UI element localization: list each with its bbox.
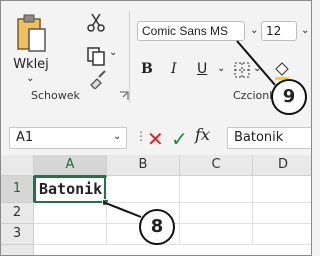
group-divider	[129, 11, 130, 103]
row-header-1[interactable]: 1	[1, 176, 35, 203]
format-painter-icon[interactable]	[87, 69, 109, 89]
fill-color-icon[interactable]	[273, 57, 291, 81]
cell-a2[interactable]	[34, 203, 107, 224]
check-icon[interactable]: ✓	[171, 127, 188, 151]
cell-a1[interactable]: Batonik	[34, 176, 106, 203]
column-header-c[interactable]: C	[180, 155, 253, 176]
clipboard-group-label: Schowek	[31, 89, 80, 102]
borders-icon[interactable]	[233, 61, 251, 79]
italic-button[interactable]: I	[171, 61, 177, 77]
cell-c2[interactable]	[180, 203, 253, 224]
function-icon[interactable]: fx	[195, 125, 210, 144]
ribbon: Wklej ⌄ ⌄ Schowek Comic Sans MS ⌄ 12 ⌄ B…	[1, 1, 311, 113]
cell-d1[interactable]	[253, 176, 311, 203]
chevron-down-icon[interactable]: ⌄	[217, 63, 225, 74]
copy-icon[interactable]	[85, 45, 107, 67]
chevron-down-icon[interactable]: ⌄	[253, 63, 261, 74]
row-header-3[interactable]: 3	[1, 224, 34, 245]
name-box[interactable]: A1	[9, 127, 127, 149]
scissors-icon[interactable]	[85, 11, 107, 33]
bold-button[interactable]: B	[141, 61, 153, 77]
font-name-select[interactable]: Comic Sans MS	[137, 21, 245, 41]
formula-bar: A1 ⌄ ⋮ ✕ ✓ fx Batonik	[1, 119, 311, 153]
underline-button[interactable]: U	[197, 61, 207, 77]
column-header-b[interactable]: B	[107, 155, 180, 176]
formula-input[interactable]: Batonik	[227, 127, 311, 149]
dialog-launcher-icon[interactable]	[119, 91, 129, 101]
cell-c1[interactable]	[180, 176, 253, 203]
callout-9: 9	[271, 79, 307, 115]
cell-c3[interactable]	[180, 224, 253, 245]
cell-d2[interactable]	[253, 203, 311, 224]
chevron-down-icon[interactable]: ⌄	[113, 131, 121, 142]
cell-a3[interactable]	[34, 224, 107, 245]
row-header-2[interactable]: 2	[1, 203, 34, 224]
chevron-down-icon[interactable]: ⌄	[26, 73, 34, 84]
row-header-4[interactable]	[1, 245, 34, 255]
cancel-icon[interactable]: ✕	[147, 127, 164, 151]
chevron-down-icon[interactable]: ⌄	[109, 47, 117, 58]
select-all-corner[interactable]	[1, 155, 34, 176]
chevron-down-icon[interactable]: ⌄	[301, 25, 309, 36]
paste-label: Wklej	[13, 57, 49, 72]
cell-b1[interactable]	[107, 176, 180, 203]
chevron-down-icon[interactable]: ⌄	[250, 25, 258, 36]
font-size-select[interactable]: 12	[261, 21, 297, 41]
formula-bar-menu-icon: ⋮	[135, 129, 147, 143]
column-header-a[interactable]: A	[34, 155, 107, 177]
cell-d3[interactable]	[253, 224, 311, 245]
paste-button[interactable]: Wklej ⌄	[11, 11, 51, 85]
window-frame: Wklej ⌄ ⌄ Schowek Comic Sans MS ⌄ 12 ⌄ B…	[0, 0, 312, 256]
clipboard-icon	[17, 14, 46, 52]
callout-8: 8	[139, 209, 175, 245]
clipboard-group: Wklej ⌄ ⌄ Schowek	[7, 7, 129, 107]
column-header-d[interactable]: D	[253, 155, 311, 176]
